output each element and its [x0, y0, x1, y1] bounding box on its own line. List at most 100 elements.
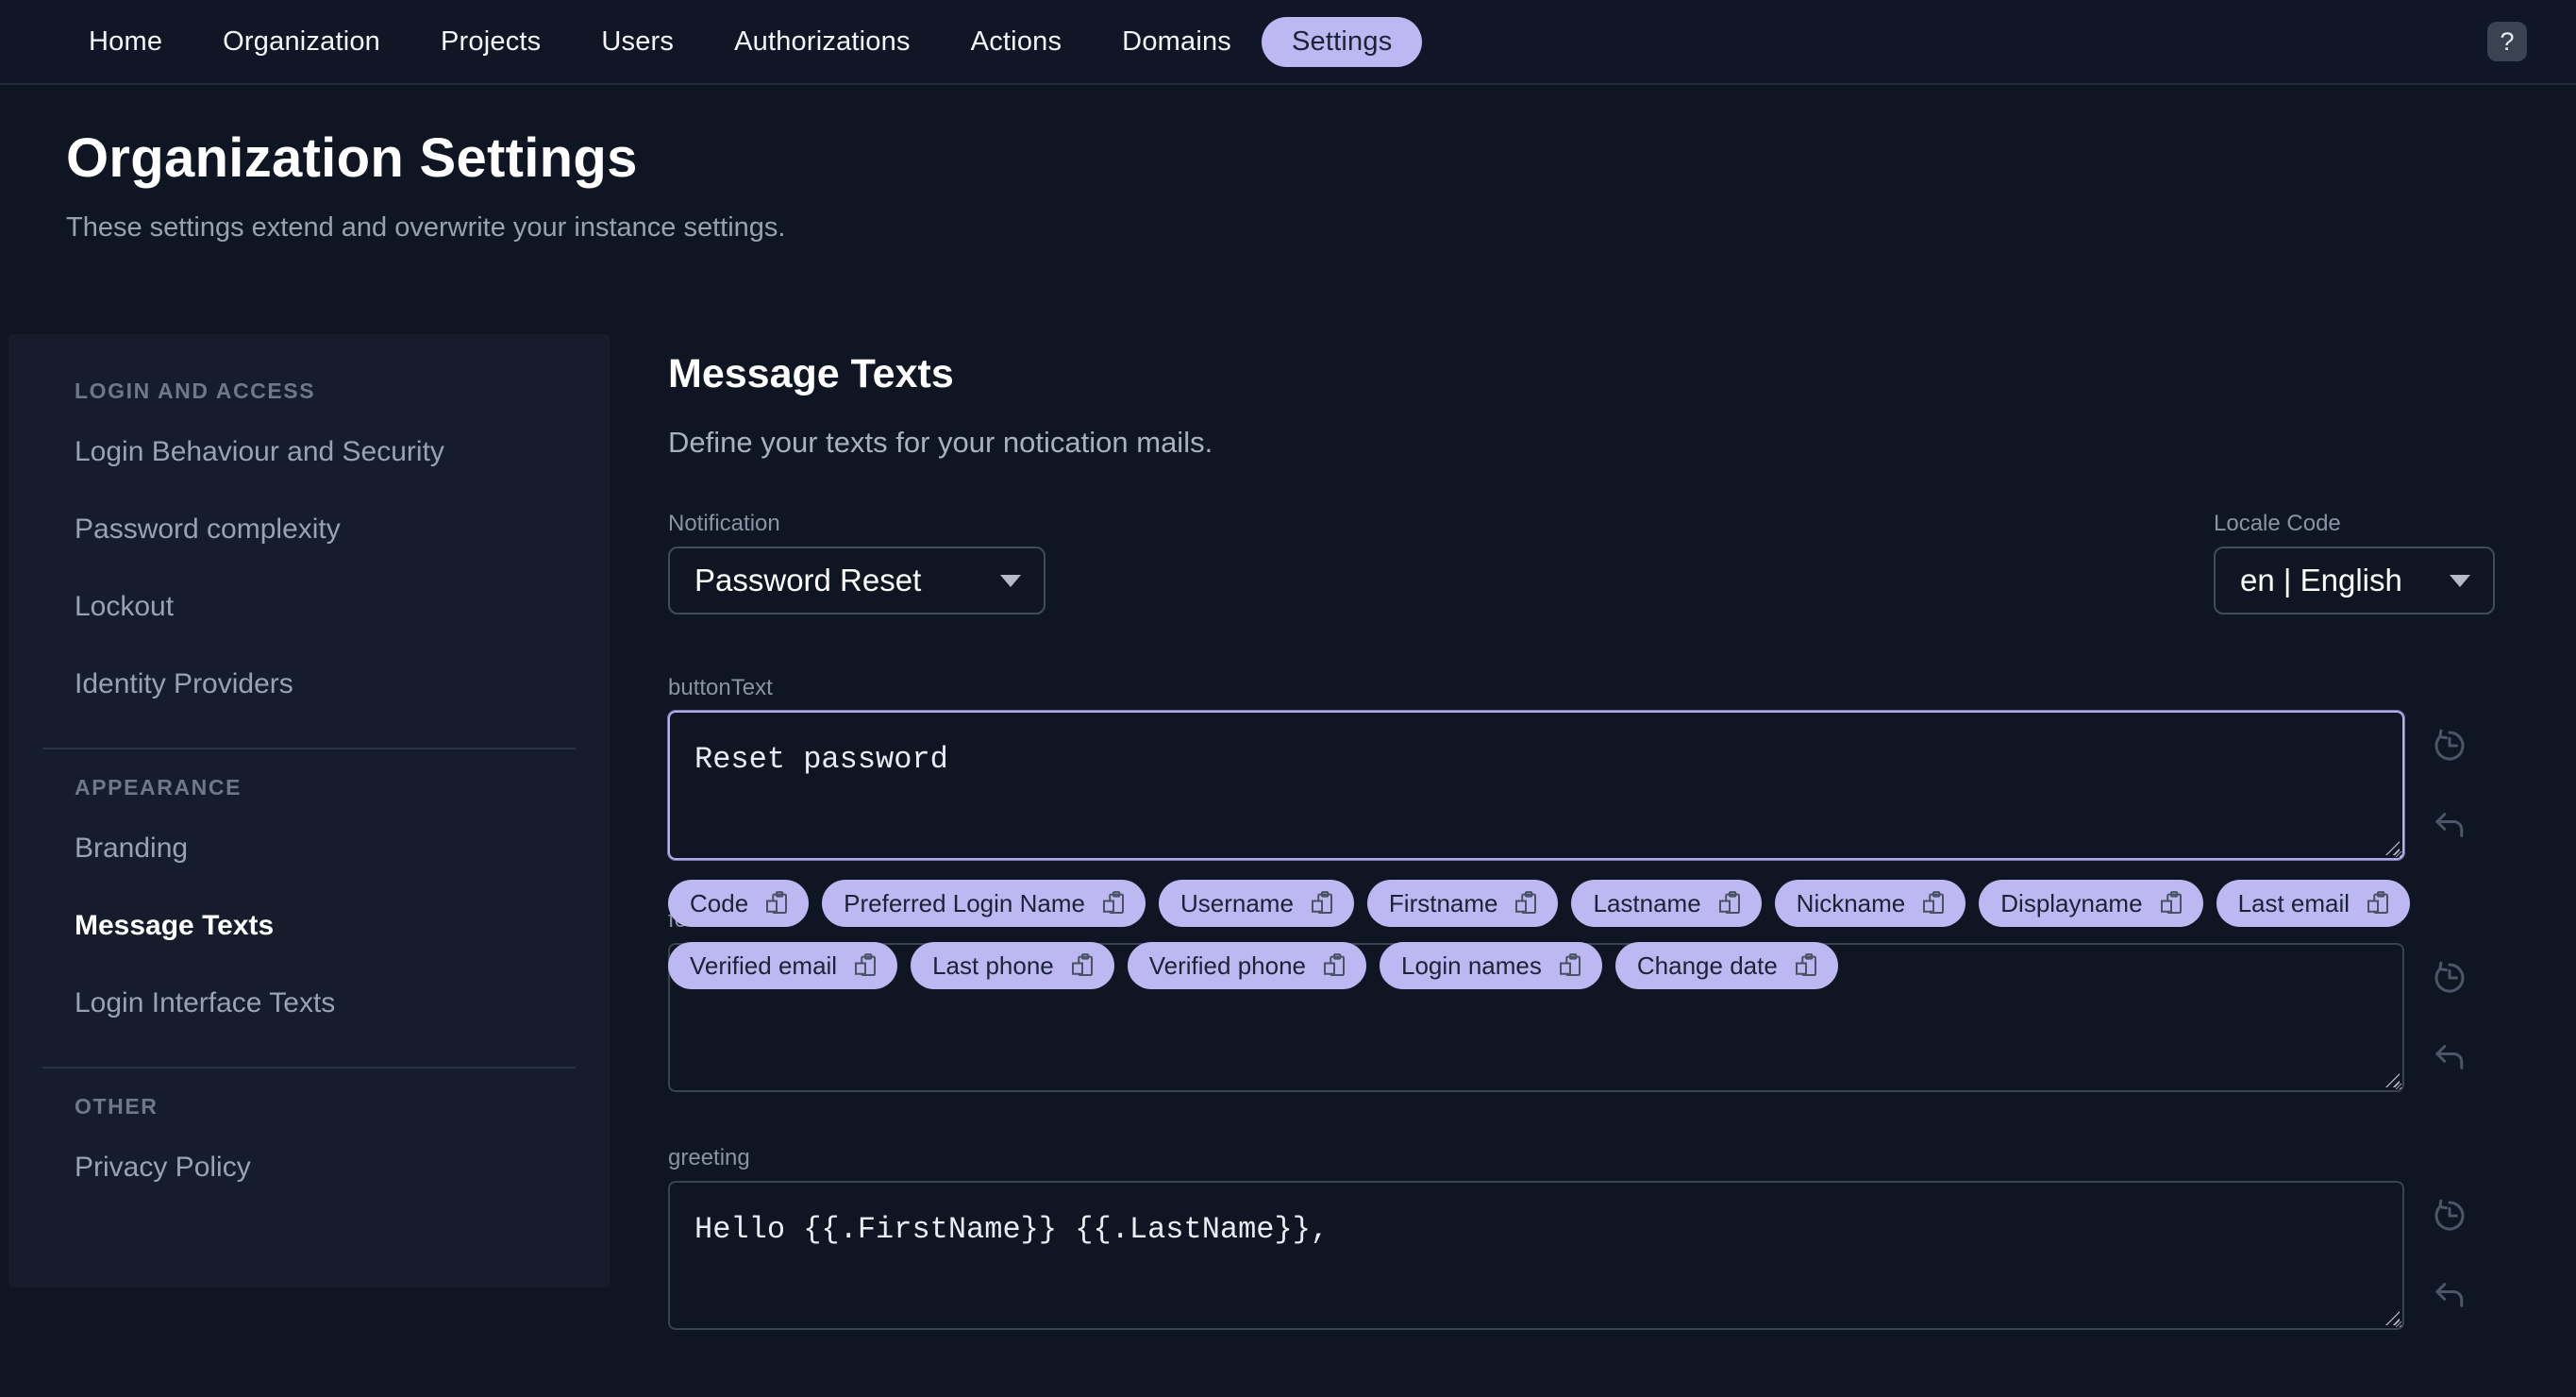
chip-label: Username	[1179, 888, 1294, 917]
chip-label: Login names	[1401, 951, 1542, 980]
chip-label: Displayname	[2000, 888, 2143, 917]
nav-item-authorizations[interactable]: Authorizations	[704, 17, 941, 67]
button-text-row: Reset password	[668, 711, 2495, 860]
history-icon[interactable]	[2430, 726, 2469, 766]
clipboard-icon	[766, 891, 788, 914]
page-subtitle: These settings extend and overwrite your…	[66, 212, 786, 243]
sidebar-item-message-texts[interactable]: Message Texts	[8, 887, 610, 965]
sidebar-divider	[42, 1067, 576, 1069]
section-subtitle: Define your texts for your notication ma…	[668, 426, 1213, 459]
chip-label: Nickname	[1796, 888, 1906, 917]
chip-preferred-login-name[interactable]: Preferred Login Name	[822, 880, 1146, 927]
sidebar-item-lockout[interactable]: Lockout	[8, 568, 610, 646]
nav-items: Home Organization Projects Users Authori…	[59, 16, 1423, 67]
chip-displayname[interactable]: Displayname	[1979, 880, 2203, 927]
greeting-input[interactable]: Hello {{.FirstName}} {{.LastName}},	[668, 1181, 2404, 1330]
history-icon[interactable]	[2430, 958, 2469, 998]
chip-login-names[interactable]: Login names	[1380, 942, 1602, 989]
chip-label: Firstname	[1388, 888, 1498, 917]
button-text-wrap: Reset password	[668, 711, 2404, 860]
sidebar-item-privacy-policy[interactable]: Privacy Policy	[8, 1129, 610, 1206]
chip-code[interactable]: Code	[668, 880, 810, 927]
sidebar-heading-login-and-access: LOGIN AND ACCESS	[75, 379, 316, 403]
top-navbar: Home Organization Projects Users Authori…	[0, 0, 2576, 85]
nav-item-organization[interactable]: Organization	[192, 17, 410, 67]
clipboard-icon	[855, 953, 877, 976]
section-title: Message Texts	[668, 351, 954, 396]
message-text-form: buttonText Reset password Code Preferred…	[668, 675, 2495, 1330]
chip-label: Last phone	[932, 951, 1054, 980]
button-text-input[interactable]: Reset password	[668, 711, 2404, 860]
sidebar-item-login-interface-texts[interactable]: Login Interface Texts	[8, 965, 610, 1042]
clipboard-icon	[1311, 891, 1332, 914]
clipboard-icon	[1324, 953, 1345, 976]
greeting-group: greeting Hello {{.FirstName}} {{.LastNam…	[668, 1145, 2495, 1330]
greeting-row: Hello {{.FirstName}} {{.LastName}},	[668, 1181, 2495, 1330]
nav-item-projects[interactable]: Projects	[410, 17, 571, 67]
nav-item-domains[interactable]: Domains	[1092, 17, 1262, 67]
chip-label: Last email	[2237, 888, 2350, 917]
undo-icon[interactable]	[2430, 805, 2469, 845]
chip-label: Verified phone	[1148, 951, 1306, 980]
clipboard-icon	[1718, 891, 1740, 914]
chip-lastname[interactable]: Lastname	[1571, 880, 1762, 927]
selects-row: Notification Password Reset Locale Code …	[668, 511, 2495, 614]
chip-change-date[interactable]: Change date	[1614, 942, 1838, 989]
sidebar-item-login-behaviour-and-security[interactable]: Login Behaviour and Security	[8, 413, 610, 491]
sidebar-divider	[42, 748, 576, 749]
button-text-group: buttonText Reset password	[668, 675, 2495, 860]
sidebar-item-branding[interactable]: Branding	[8, 810, 610, 887]
locale-select[interactable]: en | English	[2214, 547, 2495, 614]
chip-nickname[interactable]: Nickname	[1774, 880, 1966, 927]
chip-verified-phone[interactable]: Verified phone	[1127, 942, 1366, 989]
nav-item-users[interactable]: Users	[571, 17, 704, 67]
locale-field: Locale Code en | English	[2214, 511, 2495, 614]
organization-settings-page: Home Organization Projects Users Authori…	[0, 0, 2576, 1397]
chip-label: Verified email	[690, 951, 838, 980]
clipboard-icon	[1102, 891, 1124, 914]
history-icon[interactable]	[2430, 1196, 2469, 1236]
undo-icon[interactable]	[2430, 1275, 2469, 1315]
greeting-wrap: Hello {{.FirstName}} {{.LastName}},	[668, 1181, 2404, 1330]
page-header: Organization Settings These settings ext…	[66, 126, 2576, 244]
notification-label: Notification	[668, 511, 780, 536]
sidebar-heading-appearance: APPEARANCE	[75, 775, 243, 799]
clipboard-icon	[2367, 891, 2389, 914]
undo-icon[interactable]	[2430, 1037, 2469, 1077]
page-title: Organization Settings	[66, 127, 638, 189]
clipboard-icon	[1559, 953, 1581, 976]
nav-item-home[interactable]: Home	[59, 17, 192, 67]
clipboard-icon	[1515, 891, 1537, 914]
chevron-down-icon	[2450, 574, 2470, 587]
greeting-actions	[2404, 1181, 2495, 1330]
button-text-actions	[2404, 711, 2495, 860]
chip-last-email[interactable]: Last email	[2216, 880, 2411, 927]
chip-label: Change date	[1636, 951, 1778, 980]
chip-firstname[interactable]: Firstname	[1366, 880, 1559, 927]
sidebar-item-identity-providers[interactable]: Identity Providers	[8, 646, 610, 723]
greeting-label: greeting	[668, 1145, 750, 1170]
locale-select-value: en | English	[2240, 563, 2402, 598]
chip-label: Preferred Login Name	[844, 888, 1085, 917]
chip-last-phone[interactable]: Last phone	[911, 942, 1114, 989]
sidebar-item-password-complexity[interactable]: Password complexity	[8, 491, 610, 568]
content-row: LOGIN AND ACCESS Login Behaviour and Sec…	[0, 334, 2576, 1330]
clipboard-icon	[1923, 891, 1945, 914]
help-button[interactable]: ?	[2487, 22, 2527, 61]
placeholder-chips: Code Preferred Login Name Username First…	[668, 880, 2411, 989]
chip-row: Code Preferred Login Name Username First…	[668, 880, 2411, 927]
chip-label: Code	[690, 888, 749, 917]
clipboard-icon	[1795, 953, 1816, 976]
chip-verified-email[interactable]: Verified email	[668, 942, 898, 989]
notification-select[interactable]: Password Reset	[668, 547, 1045, 614]
notification-field: Notification Password Reset	[668, 511, 1045, 614]
locale-label: Locale Code	[2214, 511, 2341, 536]
chip-row: Verified email Last phone Verified phone…	[668, 942, 2404, 989]
notification-select-value: Password Reset	[694, 563, 922, 598]
clipboard-icon	[2160, 891, 2182, 914]
nav-item-actions[interactable]: Actions	[941, 17, 1093, 67]
clipboard-icon	[1071, 953, 1093, 976]
sidebar-heading-other: OTHER	[75, 1094, 159, 1119]
nav-item-settings[interactable]: Settings	[1262, 16, 1423, 67]
chip-username[interactable]: Username	[1158, 880, 1354, 927]
